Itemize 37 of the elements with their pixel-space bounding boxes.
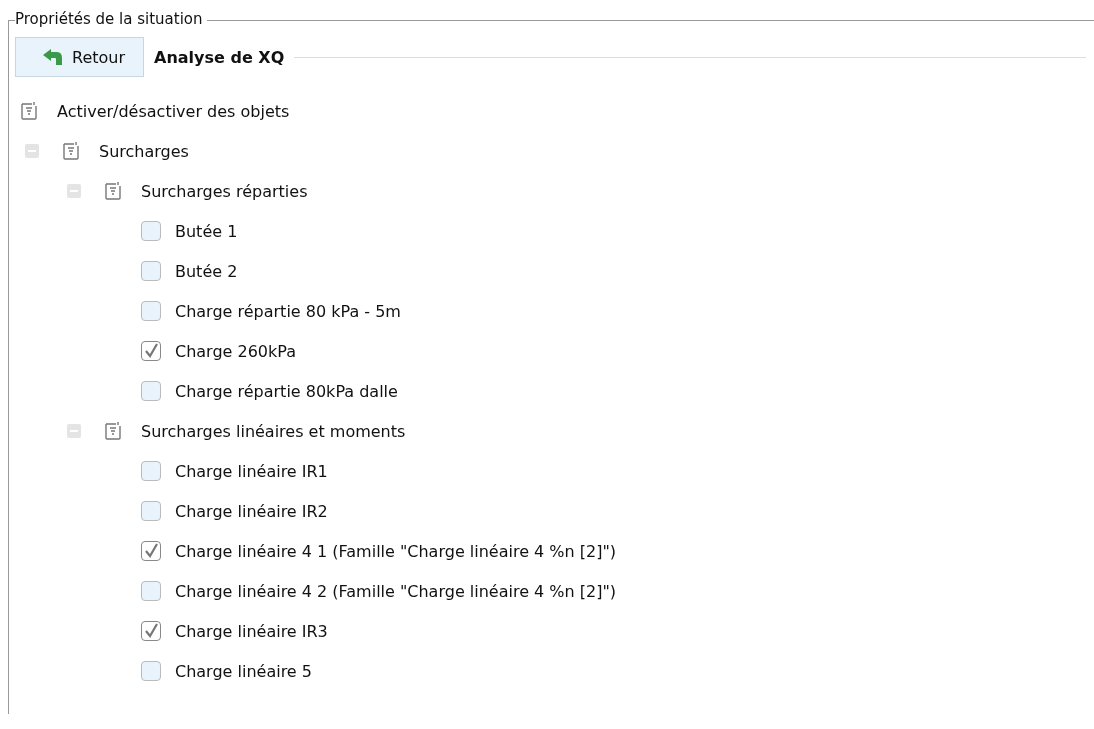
checkbox[interactable] [141,501,161,521]
collapse-toggle[interactable] [25,144,39,158]
filter-list-icon [61,141,81,161]
checkbox-label[interactable]: Charge linéaire IR3 [175,621,328,641]
back-button[interactable]: Retour [15,37,145,77]
tree-node-label[interactable]: Surcharges [99,141,189,161]
checkbox[interactable] [141,301,161,321]
filter-list-icon [103,181,123,201]
checkbox[interactable] [141,261,161,281]
checkbox-label[interactable]: Butée 2 [175,261,238,281]
checkbox-label[interactable]: Charge linéaire 4 1 (Famille "Charge linéaire 4 %n [2]") [175,541,617,561]
tree-node-label[interactable]: Surcharges réparties [141,181,308,201]
checkbox-label[interactable]: Charge linéaire IR1 [175,461,328,481]
checkbox-label[interactable]: Charge linéaire 4 2 (Famille "Charge linéaire 4 %n [2]") [175,581,617,601]
group-title: Propriétés de la situation [15,10,207,28]
checkbox[interactable] [141,661,161,681]
tree-node-label[interactable]: Activer/désactiver des objets [57,101,290,121]
collapse-toggle[interactable] [67,424,81,438]
checkbox-label[interactable]: Charge linéaire IR2 [175,501,328,521]
checkbox-label[interactable]: Charge répartie 80kPa dalle [175,381,398,401]
checkbox-label[interactable]: Butée 1 [175,221,238,241]
collapse-toggle[interactable] [67,184,81,198]
checkbox[interactable] [141,381,161,401]
checkbox-label[interactable]: Charge linéaire 5 [175,661,312,681]
filter-list-icon [103,421,123,441]
checkbox[interactable] [141,221,161,241]
checkbox[interactable] [141,461,161,481]
tree-node-label[interactable]: Surcharges linéaires et moments [141,421,406,441]
checkbox-label[interactable]: Charge répartie 80 kPa - 5m [175,301,401,321]
checkbox[interactable] [141,541,161,561]
checkbox[interactable] [141,341,161,361]
checkbox[interactable] [141,581,161,601]
section-heading: Analyse de XQ [154,47,285,67]
checkbox-label[interactable]: Charge 260kPa [175,341,297,361]
back-arrow-icon [42,48,64,66]
filter-list-icon [19,101,39,121]
checkbox[interactable] [141,621,161,641]
